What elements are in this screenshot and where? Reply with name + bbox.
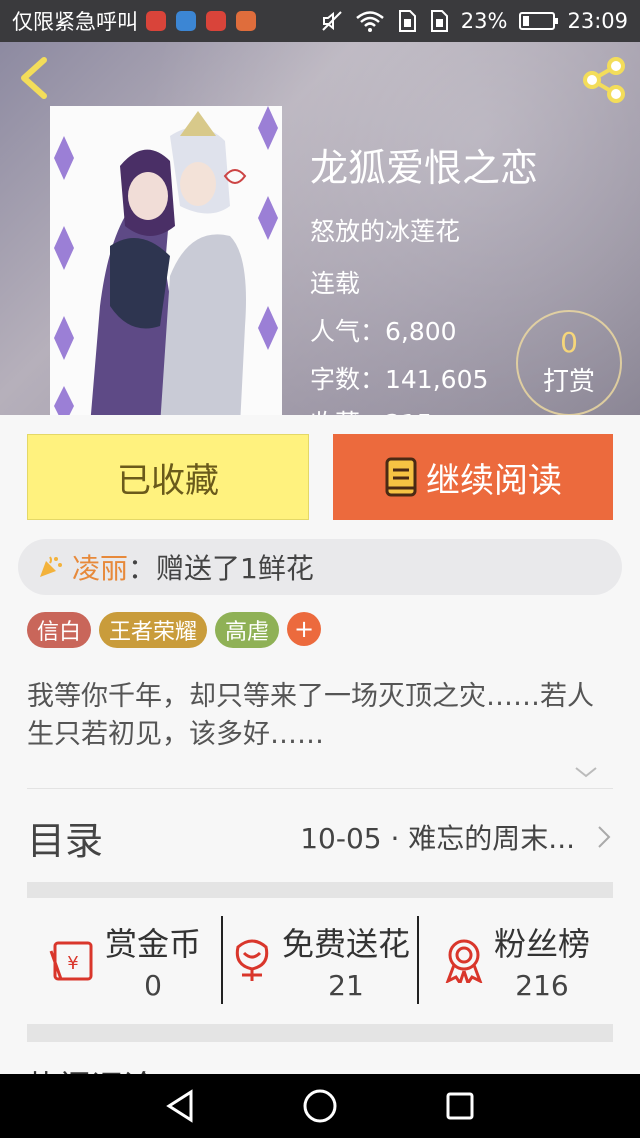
book-intro: 我等你千年，却只等来了一场灭顶之灾……若人生只若初见，该多好…… — [27, 681, 594, 750]
stat-name: 赏金币 — [104, 924, 201, 963]
circle-home-icon — [303, 1089, 337, 1123]
stat-name: 粉丝榜 — [493, 924, 590, 963]
gallery-notification-icon — [176, 11, 196, 31]
add-tag-button[interactable]: + — [287, 612, 322, 646]
clock: 23:09 — [567, 9, 628, 33]
app-notification-icon — [206, 11, 226, 31]
free-flower-stat[interactable]: 免费送花 21 — [223, 912, 417, 1008]
stat-name: 免费送花 — [281, 924, 410, 963]
gift-message: ：赠送了1鲜花 — [128, 552, 314, 585]
favorited-label: 已收藏 — [117, 460, 219, 501]
app-notification-icon — [146, 11, 166, 31]
red-envelope-icon: ¥ — [49, 941, 93, 981]
book-word-count: 字数：141,605 — [310, 365, 489, 394]
chevron-down-icon[interactable] — [572, 762, 600, 782]
system-nav-bar — [0, 1074, 640, 1138]
book-cover-image[interactable] — [50, 106, 282, 415]
stat-value: 0 — [144, 968, 162, 1002]
favorited-button[interactable]: 已收藏 — [27, 434, 309, 520]
stat-value: 216 — [515, 968, 569, 1002]
status-bar: 仅限紧急呼叫 23% 23:09 — [0, 0, 640, 42]
continue-reading-label: 继续阅读 — [426, 460, 562, 501]
battery-icon — [519, 12, 559, 30]
nav-back-button[interactable] — [160, 1086, 200, 1126]
nav-recents-button[interactable] — [440, 1086, 480, 1126]
stat-value: 21 — [328, 968, 364, 1002]
book-title: 龙狐爱恨之恋 — [310, 146, 539, 190]
latest-chapter: 10-05 · 难忘的周末... — [300, 822, 575, 855]
mute-icon — [322, 11, 342, 31]
tag-item[interactable]: 高虐 — [215, 612, 280, 648]
section-divider — [27, 1024, 613, 1042]
book-favorites-count: 收藏：215 — [310, 404, 433, 415]
triangle-back-icon — [166, 1089, 193, 1123]
cover-illustration — [50, 106, 282, 415]
medal-icon — [445, 939, 483, 983]
wifi-icon — [355, 11, 384, 32]
back-arrow-icon[interactable] — [16, 56, 56, 100]
tag-item[interactable]: 王者荣耀 — [99, 612, 208, 648]
carrier-text: 仅限紧急呼叫 — [12, 10, 138, 34]
tip-label: 打赏 — [542, 367, 595, 397]
nav-home-button[interactable] — [300, 1086, 340, 1126]
sim-card-icon — [430, 10, 448, 32]
flower-icon — [235, 939, 269, 981]
gift-feed-bar[interactable]: 凌丽 ：赠送了1鲜花 — [18, 539, 622, 595]
book-status: 连载 — [310, 269, 361, 298]
chevron-right-icon — [598, 826, 611, 848]
tag-item[interactable]: 信白 — [27, 612, 92, 648]
app-notification-icon — [236, 11, 256, 31]
divider — [27, 788, 613, 789]
stats-row: ¥ 赏金币 0 免费送花 21 粉丝榜 216 — [27, 912, 613, 1008]
sim-card-icon — [398, 10, 416, 32]
book-icon — [385, 457, 417, 497]
coin-reward-stat[interactable]: ¥ 赏金币 0 — [27, 912, 221, 1008]
section-divider — [27, 882, 613, 898]
svg-text:¥: ¥ — [67, 953, 78, 974]
catalog-label: 目录 — [27, 818, 104, 863]
gift-user-name[interactable]: 凌丽 — [72, 547, 128, 587]
book-author[interactable]: 怒放的冰莲花 — [310, 212, 460, 248]
notification-icons — [146, 11, 256, 31]
book-popularity: 人气：6,800 — [310, 317, 457, 346]
square-recents-icon — [446, 1092, 474, 1120]
book-header: 龙狐爱恨之恋 怒放的冰莲花 连载 人气：6,800 字数：141,605 收藏：… — [0, 42, 640, 415]
tag-list: 信白 王者荣耀 高虐 + — [27, 612, 322, 648]
fan-ranking-stat[interactable]: 粉丝榜 216 — [419, 912, 613, 1008]
battery-percentage: 23% — [460, 9, 508, 33]
catalog-row[interactable]: 目录 10-05 · 难忘的周末... — [27, 792, 613, 882]
continue-reading-button[interactable]: 继续阅读 — [333, 434, 613, 520]
confetti-icon — [40, 556, 62, 577]
tip-count: 0 — [560, 326, 578, 359]
tip-button[interactable]: 0 打赏 — [516, 310, 622, 415]
share-icon[interactable] — [580, 56, 628, 104]
